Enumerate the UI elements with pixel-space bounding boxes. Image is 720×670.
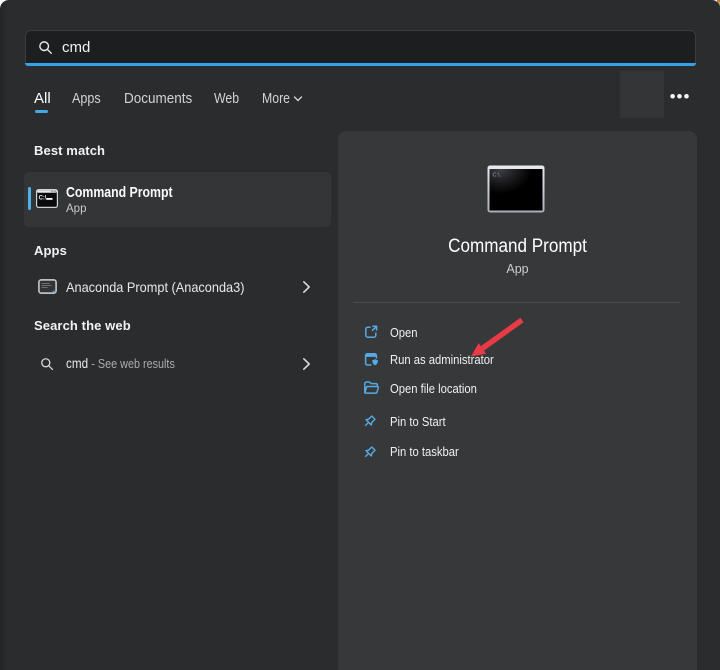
svg-text:C:\.: C:\. xyxy=(493,173,502,179)
svg-text:C:\: C:\ xyxy=(39,195,47,201)
